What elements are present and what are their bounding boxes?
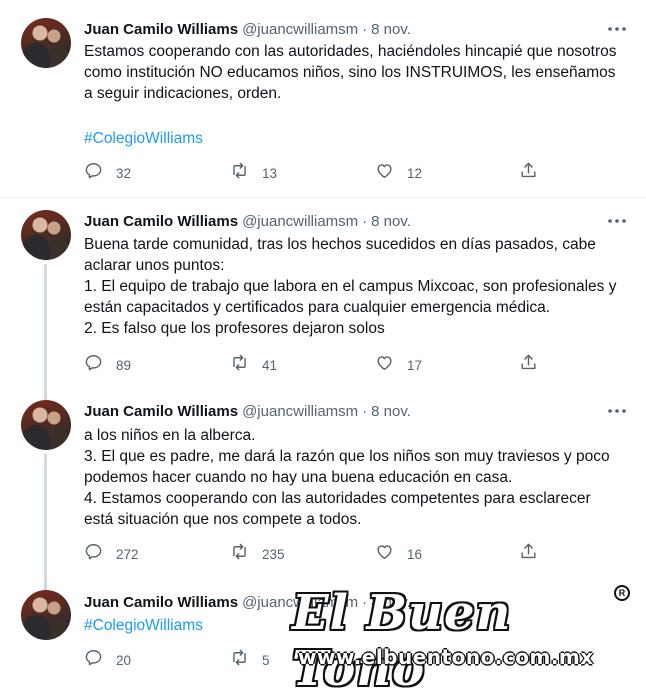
reply-icon [84,648,103,672]
share-icon [519,161,538,185]
like-icon [375,353,394,377]
author-name[interactable]: Juan Camilo Williams [84,594,238,611]
tweet-date[interactable]: 8 nov. [371,21,411,38]
like-count: 12 [407,165,423,181]
separator: · [362,402,368,420]
retweet-icon [230,161,249,185]
more-icon[interactable] [606,211,628,231]
share-icon [519,542,538,566]
reply-button[interactable]: 32 [84,162,131,184]
tweet-1[interactable]: Juan Camilo Williams @juancwilliamsm · 8… [0,0,646,197]
tweet-text: Estamos cooperando con las autoridades, … [84,43,617,102]
separator: · [362,212,368,230]
author-name[interactable]: Juan Camilo Williams [84,21,238,38]
tweet-text: Buena tarde comunidad, tras los hechos s… [84,236,617,337]
reply-count: 272 [116,546,139,562]
retweet-count: 41 [262,357,278,373]
like-count: 16 [407,546,423,562]
author-handle[interactable]: @juancwilliamsm [242,403,358,420]
like-count: 17 [407,357,423,373]
reply-icon [84,542,103,566]
tweet-3[interactable]: Juan Camilo Williams @juancwilliamsm · 8… [0,388,646,586]
share-icon [519,353,538,377]
retweet-icon [230,353,249,377]
more-icon[interactable] [606,19,628,39]
retweet-button[interactable]: 235 [230,543,285,565]
tweet-header: Juan Camilo Williams @juancwilliamsm · 8… [84,401,411,421]
author-handle[interactable]: @juancwilliamsm [242,21,358,38]
reply-count: 89 [116,357,132,373]
reply-button[interactable]: 20 [84,649,131,671]
reply-button[interactable]: 89 [84,354,131,376]
like-icon [375,542,394,566]
like-button[interactable]: 17 [375,354,422,376]
hashtag-link[interactable]: #ColegioWilliams [84,615,624,636]
share-button[interactable] [519,354,538,376]
author-handle[interactable]: @juancwilliamsm [242,213,358,230]
tweet-date[interactable]: 8 nov. [371,403,411,420]
tweet-text: a los niños en la alberca. 3. El que es … [84,427,610,528]
avatar[interactable] [21,210,71,260]
retweet-icon [230,542,249,566]
like-button[interactable]: 16 [375,543,422,565]
retweet-icon [230,648,249,672]
author-name[interactable]: Juan Camilo Williams [84,403,238,420]
like-icon [375,161,394,185]
retweet-count: 13 [262,165,278,181]
avatar[interactable] [21,400,71,450]
tweet-actions: 89 41 17 [84,354,544,376]
like-button[interactable]: 12 [375,162,422,184]
share-button[interactable] [519,162,538,184]
retweet-button[interactable]: 5 [230,649,270,671]
tweet-header: Juan Camilo Williams @juancwilliamsm · 8… [84,592,411,612]
tweet-2[interactable]: Juan Camilo Williams @juancwilliamsm · 8… [0,198,646,388]
avatar[interactable] [21,590,71,640]
reply-icon [84,161,103,185]
more-icon[interactable] [606,401,628,421]
hashtag-link[interactable]: #ColegioWilliams [84,128,624,149]
thread-line [44,264,47,388]
thread-line [44,454,47,586]
tweet-actions: 20 5 [84,649,544,671]
share-button[interactable] [519,543,538,565]
retweet-button[interactable]: 13 [230,162,277,184]
reply-count: 32 [116,165,132,181]
avatar[interactable] [21,18,71,68]
tweet-4[interactable]: Juan Camilo Williams @juancwilliamsm · 8… [0,586,646,700]
separator: · [362,20,368,38]
tweet-header: Juan Camilo Williams @juancwilliamsm · 8… [84,19,411,39]
thread-line [44,388,47,400]
author-handle[interactable]: @juancwilliamsm [242,594,358,611]
tweet-date[interactable]: 8 nov. [371,213,411,230]
retweet-button[interactable]: 41 [230,354,277,376]
retweet-count: 235 [262,546,285,562]
reply-count: 20 [116,652,132,668]
tweet-actions: 32 13 12 [84,162,544,184]
author-name[interactable]: Juan Camilo Williams [84,213,238,230]
reply-icon [84,353,103,377]
tweet-actions: 272 235 16 [84,543,544,565]
separator: · [362,593,368,611]
tweet-header: Juan Camilo Williams @juancwilliamsm · 8… [84,211,411,231]
tweet-date[interactable]: 8 nov. [371,594,411,611]
tweet-thread: Juan Camilo Williams @juancwilliamsm · 8… [0,0,646,700]
retweet-count: 5 [262,652,270,668]
reply-button[interactable]: 272 [84,543,139,565]
